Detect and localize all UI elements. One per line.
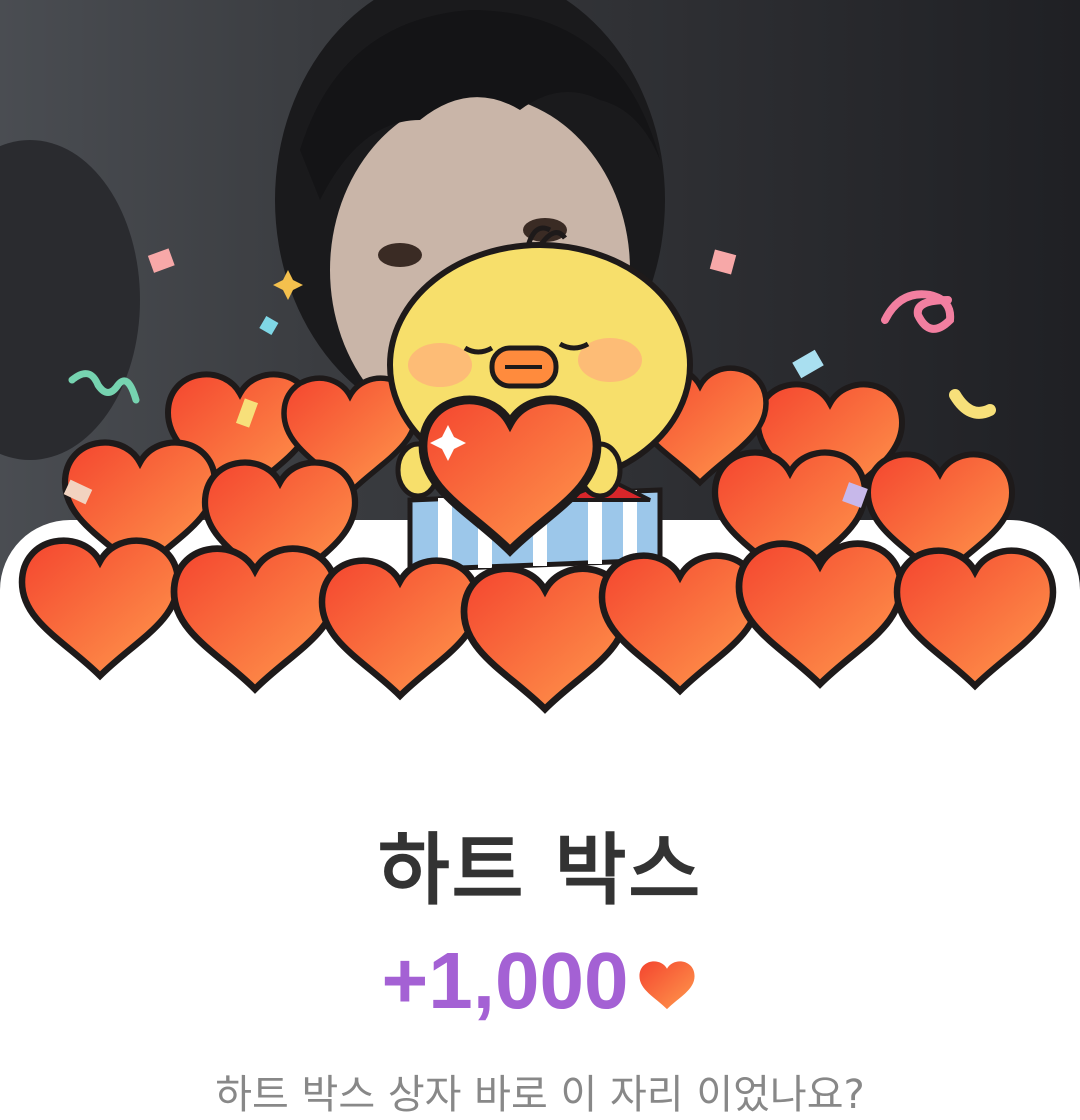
popup-title: 하트 박스 bbox=[377, 826, 703, 916]
popup-description: 하트 박스 상자 바로 이 자리 이었나요? bbox=[215, 1072, 865, 1118]
heart-box-illustration bbox=[0, 225, 1080, 740]
heart-icon bbox=[639, 961, 695, 1010]
reward-amount: +1,000 bbox=[381, 936, 629, 1025]
reward-row: +1,000 bbox=[0, 935, 1080, 1027]
